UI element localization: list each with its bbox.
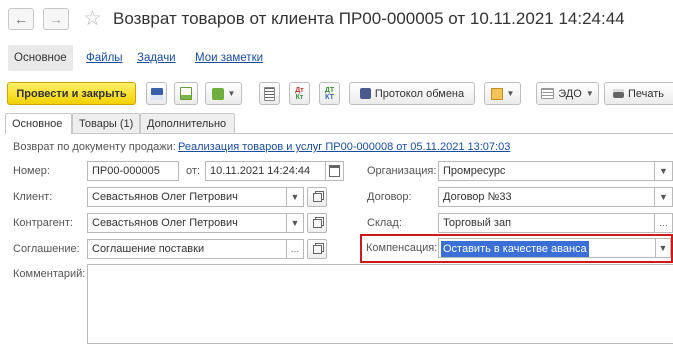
warehouse-select-button[interactable]: … [655, 213, 673, 233]
compensation-label: Компенсация: [366, 242, 438, 254]
agreement-field[interactable]: Соглашение поставки [87, 239, 287, 259]
number-field[interactable]: ПР00-000005 [87, 161, 179, 181]
exchange-protocol-button[interactable]: Протокол обмена [349, 82, 475, 105]
open-copy-icon [312, 192, 322, 202]
exchange-protocol-label: Протокол обмена [374, 87, 465, 100]
edo-button[interactable]: ЭДО ▼ [536, 82, 599, 105]
post-and-close-button[interactable]: Провести и закрыть [7, 82, 136, 105]
client-open-button[interactable] [307, 187, 327, 207]
contract-field[interactable]: Договор №33 [438, 187, 655, 207]
favorite-star-icon[interactable]: ☆ [83, 7, 102, 31]
exchange-protocol-icon [359, 88, 371, 99]
counterparty-label: Контрагент: [13, 217, 73, 229]
printer-icon [613, 89, 624, 98]
counterparty-dropdown-button[interactable]: ▼ [287, 213, 304, 233]
compensation-value: Оставить в качестве аванса [441, 241, 589, 257]
client-field[interactable]: Севастьянов Олег Петрович [87, 187, 287, 207]
movements-button[interactable]: ДТ КТ [319, 82, 340, 105]
open-copy-icon [312, 218, 322, 228]
tab-main[interactable]: Основное [5, 113, 72, 134]
list-icon [264, 86, 275, 101]
back-button[interactable]: ← [8, 8, 34, 30]
section-tasks[interactable]: Задачи [137, 45, 176, 71]
comment-textarea[interactable] [87, 264, 673, 344]
agreement-select-button[interactable]: … [287, 239, 304, 259]
agreement-label: Соглашение: [13, 243, 80, 255]
date-field[interactable]: 10.11.2021 14:24:44 [205, 161, 326, 181]
create-based-on-button[interactable]: ▼ [205, 82, 242, 105]
calendar-button[interactable] [326, 161, 344, 181]
number-label: Номер: [13, 165, 50, 177]
post-document-icon [180, 87, 192, 100]
dt-kt-icon: Дт Кт [295, 86, 304, 101]
compensation-dropdown-button[interactable]: ▼ [656, 238, 671, 258]
section-notes[interactable]: Мои заметки [195, 45, 263, 71]
section-files[interactable]: Файлы [86, 45, 123, 71]
basis-label: Возврат по документу продажи: [13, 141, 176, 153]
floppy-disk-icon [150, 87, 163, 100]
chevron-down-icon: ▼ [227, 89, 236, 98]
calendar-icon [329, 165, 340, 177]
comment-label: Комментарий: [13, 268, 86, 280]
counterparty-field[interactable]: Севастьянов Олег Петрович [87, 213, 287, 233]
contract-label: Договор: [367, 191, 412, 203]
arrow-left-icon: ← [14, 11, 28, 27]
counterparty-open-button[interactable] [307, 213, 327, 233]
ellipsis-icon: … [659, 218, 668, 228]
chevron-down-icon: ▼ [585, 89, 594, 98]
arrow-right-icon: → [49, 11, 63, 27]
document-list-button[interactable] [259, 82, 280, 105]
organization-dropdown-button[interactable]: ▼ [655, 161, 673, 181]
chevron-down-icon: ▼ [659, 166, 668, 176]
save-button[interactable] [146, 82, 167, 105]
movements-icon: ДТ КТ [324, 86, 335, 101]
contract-dropdown-button[interactable]: ▼ [655, 187, 673, 207]
create-based-on-icon [211, 87, 224, 100]
chevron-down-icon: ▼ [290, 192, 300, 202]
attachment-icon [490, 87, 503, 100]
post-button[interactable] [174, 82, 198, 105]
warehouse-label: Склад: [367, 217, 402, 229]
tab-additional[interactable]: Дополнительно [140, 113, 235, 133]
print-label: Печать [628, 87, 665, 100]
client-label: Клиент: [13, 191, 53, 203]
client-dropdown-button[interactable]: ▼ [287, 187, 304, 207]
window-title: Возврат товаров от клиента ПР00-000005 о… [113, 9, 625, 28]
organization-field[interactable]: Промресурс [438, 161, 655, 181]
open-copy-icon [312, 244, 322, 254]
attachments-button[interactable]: ▼ [484, 82, 521, 105]
forward-button[interactable]: → [43, 8, 69, 30]
basis-document-link[interactable]: Реализация товаров и услуг ПР00-000008 о… [178, 137, 510, 157]
chevron-down-icon: ▼ [659, 192, 668, 202]
edo-icon [541, 88, 555, 99]
warehouse-field[interactable]: Торговый зап [438, 213, 655, 233]
tab-goods[interactable]: Товары (1) [72, 113, 140, 133]
chevron-down-icon: ▼ [506, 89, 515, 98]
organization-label: Организация: [367, 165, 437, 177]
chevron-down-icon: ▼ [658, 243, 668, 253]
compensation-field[interactable]: Оставить в качестве аванса [438, 238, 656, 258]
dt-kt-button[interactable]: Дт Кт [289, 82, 310, 105]
section-main[interactable]: Основное [8, 45, 73, 71]
tab-divider [5, 133, 673, 134]
agreement-open-button[interactable] [307, 239, 327, 259]
chevron-down-icon: ▼ [290, 218, 300, 228]
date-label: от: [186, 165, 200, 177]
print-button[interactable]: Печать [604, 82, 673, 105]
ellipsis-icon: … [290, 244, 300, 254]
edo-label: ЭДО [558, 87, 582, 100]
